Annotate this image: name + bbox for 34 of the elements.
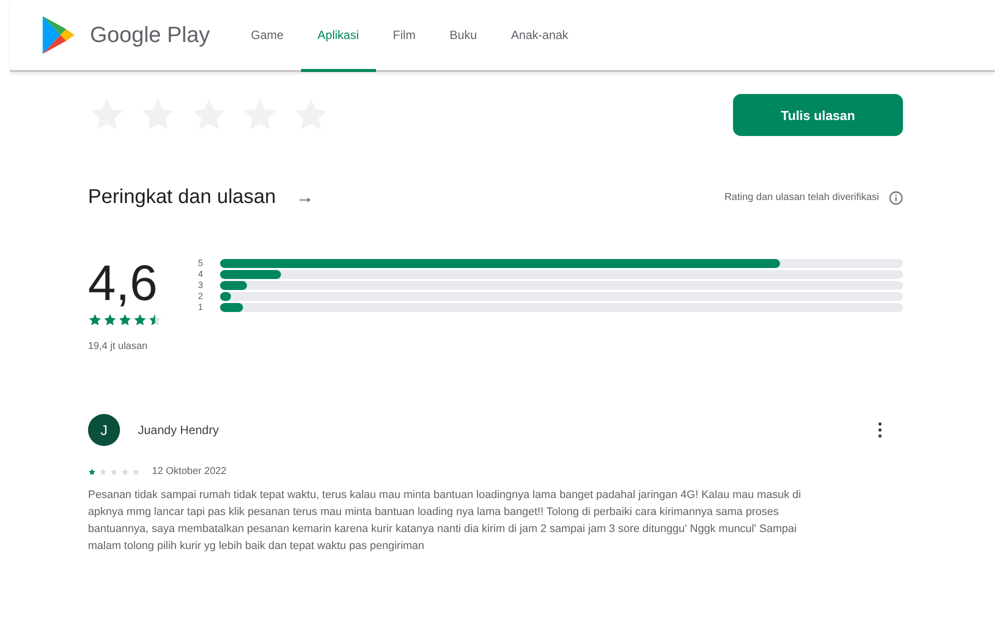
star-level-label: 5 <box>198 259 204 268</box>
nav-tab[interactable]: Game <box>234 0 301 72</box>
star-icon <box>88 468 96 476</box>
section-title: Peringkat dan ulasan <box>88 186 276 209</box>
nav-tab[interactable]: Aplikasi <box>300 0 376 72</box>
star-level-label: 2 <box>198 292 204 301</box>
star-icon <box>99 468 107 476</box>
nav-tab[interactable]: Buku <box>432 0 494 72</box>
play-logo-icon[interactable] <box>40 15 76 55</box>
nav-tab[interactable]: Film <box>376 0 433 72</box>
star-icon <box>88 313 102 327</box>
author-name: Juandy Hendry <box>138 423 219 437</box>
average-rating: 4,6 <box>88 257 159 309</box>
nav-tab[interactable]: Anak-anak <box>494 0 586 72</box>
star-icon <box>148 313 162 327</box>
arrow-link[interactable]: → <box>296 187 314 208</box>
brand-name: Google Play <box>90 22 210 48</box>
more-options-icon[interactable] <box>877 421 883 439</box>
review-date: 12 Oktober 2022 <box>152 466 226 477</box>
info-icon[interactable] <box>889 190 903 204</box>
avatar: J <box>88 414 120 446</box>
star-icon <box>132 468 140 476</box>
star-icon <box>103 313 117 327</box>
star-level-label: 1 <box>198 303 204 312</box>
star-level-label: 3 <box>198 281 204 290</box>
star-icon <box>133 313 147 327</box>
star-icon <box>118 313 132 327</box>
write-review-button[interactable]: Tulis ulasan <box>733 94 903 136</box>
review-text: Pesanan tidak sampai rumah tidak tepat waktu, terus kalau mau minta bantuan loadingnya lama banget padahal jaringan 4G! Kalau mau masuk di apknya mmg lancar tapi pas klik pesanan terus mau minta bantuan loading nya lama banget!! Tolong di perbaiki cara kirimannya sama proses bantuannya, saya membatalkan pesanan kemarin karena kurir katanya nanti dia kirim di jam 2 sampai jam 3 sore ditunggu' Nggk muncul' Sampai malam tolong pilih kurir yg lebih baik dan tepat waktu pas pengiriman <box>88 488 802 554</box>
star-icon <box>110 468 118 476</box>
star-level-label: 4 <box>198 270 204 279</box>
verified-note: Rating dan ulasan telah diverifikasi <box>724 192 879 203</box>
review-count: 19,4 jt ulasan <box>88 341 148 352</box>
star-icon <box>121 468 129 476</box>
